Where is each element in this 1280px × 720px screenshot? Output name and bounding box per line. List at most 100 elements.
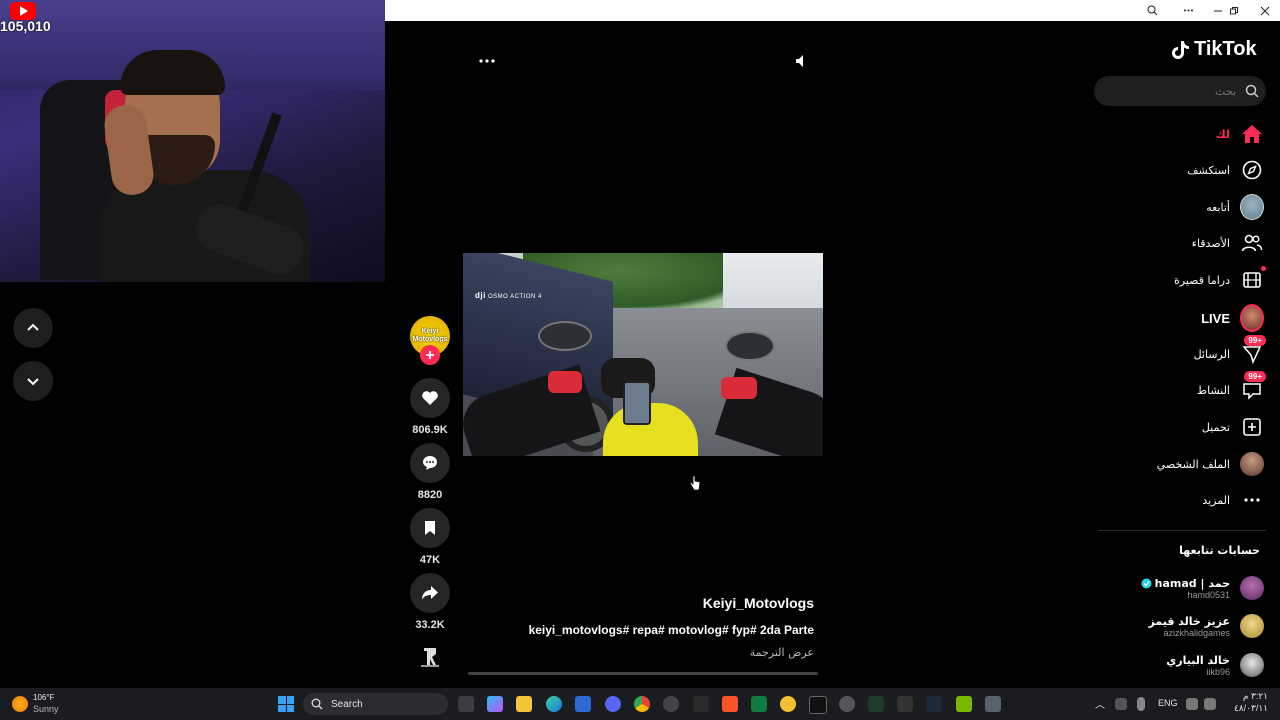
search-bar[interactable]	[1094, 76, 1266, 106]
clock-date[interactable]: ٤٨/٠٣/١١	[1224, 703, 1268, 714]
search-input[interactable]	[1114, 83, 1238, 99]
close-icon	[1260, 6, 1270, 15]
account-name: خالد البياري	[1166, 653, 1230, 667]
edge-icon[interactable]	[546, 696, 562, 712]
clock-time[interactable]: ٣:٢١ م	[1224, 691, 1268, 702]
like-button[interactable]	[410, 378, 450, 418]
previous-video-button[interactable]	[13, 308, 53, 348]
following-account-item[interactable]: خالد البياري iikb96	[1166, 650, 1264, 680]
app-icon-yellow[interactable]	[780, 696, 796, 712]
network-icon[interactable]	[1186, 698, 1198, 710]
more-icon	[1240, 488, 1264, 512]
save-button[interactable]	[410, 508, 450, 548]
sound-disc[interactable]	[418, 645, 442, 669]
volume-button[interactable]	[793, 53, 809, 69]
excel-icon[interactable]	[751, 696, 767, 712]
nav-item-explore[interactable]: استكشف	[1187, 156, 1264, 184]
nav-item-activity[interactable]: النشاط 99+	[1196, 371, 1266, 404]
video-player[interactable]: dji OSMO ACTION 4	[463, 253, 823, 456]
search-button[interactable]	[1238, 84, 1266, 98]
weather-temperature: 106°F	[33, 693, 55, 702]
capcut-icon[interactable]	[897, 696, 913, 712]
restore-button[interactable]	[1219, 0, 1249, 21]
verified-icon	[1141, 578, 1152, 588]
comment-count: 8820	[417, 489, 443, 501]
zoom-button[interactable]	[1137, 0, 1167, 21]
sidebar-divider	[1098, 530, 1266, 531]
nav-item-friends[interactable]: الأصدقاء	[1192, 229, 1264, 257]
file-explorer-icon[interactable]	[516, 696, 532, 712]
live-avatar	[1240, 304, 1264, 332]
sun-icon	[12, 696, 28, 712]
save-count: 47K	[419, 554, 441, 566]
close-button[interactable]	[1250, 0, 1280, 21]
tiktok-taskbar-icon[interactable]	[809, 696, 827, 714]
following-account-item[interactable]: عزيز خالد قيمز azizkhalidgames	[1149, 611, 1264, 641]
hand-cursor-icon	[689, 475, 701, 491]
next-video-button[interactable]	[13, 361, 53, 401]
brave-icon[interactable]	[722, 696, 738, 712]
app-icon-g[interactable]	[693, 696, 709, 712]
comment-icon	[423, 456, 437, 470]
steam-icon[interactable]	[926, 696, 942, 712]
video-watermark: dji OSMO ACTION 4	[475, 291, 542, 300]
nvidia-icon[interactable]	[956, 696, 972, 712]
account-name: hamad | حمد	[1154, 576, 1230, 590]
nav-item-profile[interactable]: الملف الشخصي	[1157, 450, 1264, 478]
video-scene-mirror-left	[538, 321, 592, 351]
following-avatar	[1240, 194, 1264, 220]
share-count: 33.2K	[415, 619, 445, 631]
nav-label: استكشف	[1187, 163, 1230, 177]
app-icon-circle[interactable]	[663, 696, 679, 712]
profile-avatar	[1240, 452, 1264, 476]
copilot-icon[interactable]	[487, 696, 503, 712]
video-scene-glove-left	[548, 371, 582, 393]
nav-label: النشاط	[1196, 383, 1230, 397]
app-icon-green[interactable]	[868, 696, 884, 712]
input-language[interactable]: ENG	[1158, 698, 1178, 708]
comment-button[interactable]	[410, 443, 450, 483]
following-account-item[interactable]: hamad | حمد hamd0531	[1141, 573, 1264, 603]
tray-chevron-up-icon[interactable]: ︿	[1095, 696, 1105, 711]
account-avatar	[1240, 576, 1264, 600]
nav-item-upload[interactable]: تحميل	[1202, 413, 1264, 441]
windows-start-button[interactable]	[278, 696, 294, 712]
video-options-button[interactable]	[478, 53, 496, 69]
nav-item-following[interactable]: أتابعه	[1206, 193, 1264, 221]
more-icon	[1183, 9, 1193, 12]
nav-item-messages[interactable]: الرسائل 99+	[1193, 335, 1266, 368]
volume-icon[interactable]	[1204, 698, 1216, 710]
discord-icon[interactable]	[605, 696, 621, 712]
tiktok-logo[interactable]: TikTok	[1172, 38, 1257, 61]
notification-dot	[1261, 266, 1266, 271]
nav-item-live[interactable]: LIVE	[1201, 304, 1264, 332]
tray-app-icon[interactable]	[1115, 698, 1127, 710]
account-avatar	[1240, 614, 1264, 638]
music-disc-icon	[421, 648, 439, 667]
search-icon	[1245, 84, 1259, 98]
upload-icon	[1240, 415, 1264, 439]
nav-label: المزيد	[1202, 493, 1230, 507]
follow-author-button[interactable]	[420, 345, 440, 365]
watermark-text: OSMO ACTION 4	[488, 294, 542, 300]
nav-item-short-drama[interactable]: دراما قصيرة	[1174, 266, 1266, 294]
webcam-overlay: 105,010	[0, 0, 385, 282]
weather-description: Sunny	[33, 704, 59, 714]
chrome-icon[interactable]	[634, 696, 650, 712]
chevron-up-icon	[27, 323, 39, 331]
see-translation-link[interactable]: عرض الترجمة	[600, 646, 814, 659]
share-button[interactable]	[410, 573, 450, 613]
window-more-button[interactable]	[1173, 0, 1203, 21]
video-progress-bar[interactable]	[468, 672, 818, 675]
nav-item-for-you[interactable]: لك	[1216, 120, 1264, 148]
task-view-icon[interactable]	[458, 696, 474, 712]
nav-item-more[interactable]: المزيد	[1202, 486, 1264, 514]
app-icon-refresh[interactable]	[839, 696, 855, 712]
activity-badge: 99+	[1244, 371, 1266, 382]
nav-label: الرسائل	[1193, 347, 1230, 361]
microphone-icon[interactable]	[1137, 697, 1145, 711]
microsoft-store-icon[interactable]	[575, 696, 591, 712]
settings-icon[interactable]	[985, 696, 1001, 712]
author-username[interactable]: Keiyi_Motovlogs	[560, 595, 814, 611]
taskbar-search[interactable]: Search	[303, 693, 448, 715]
